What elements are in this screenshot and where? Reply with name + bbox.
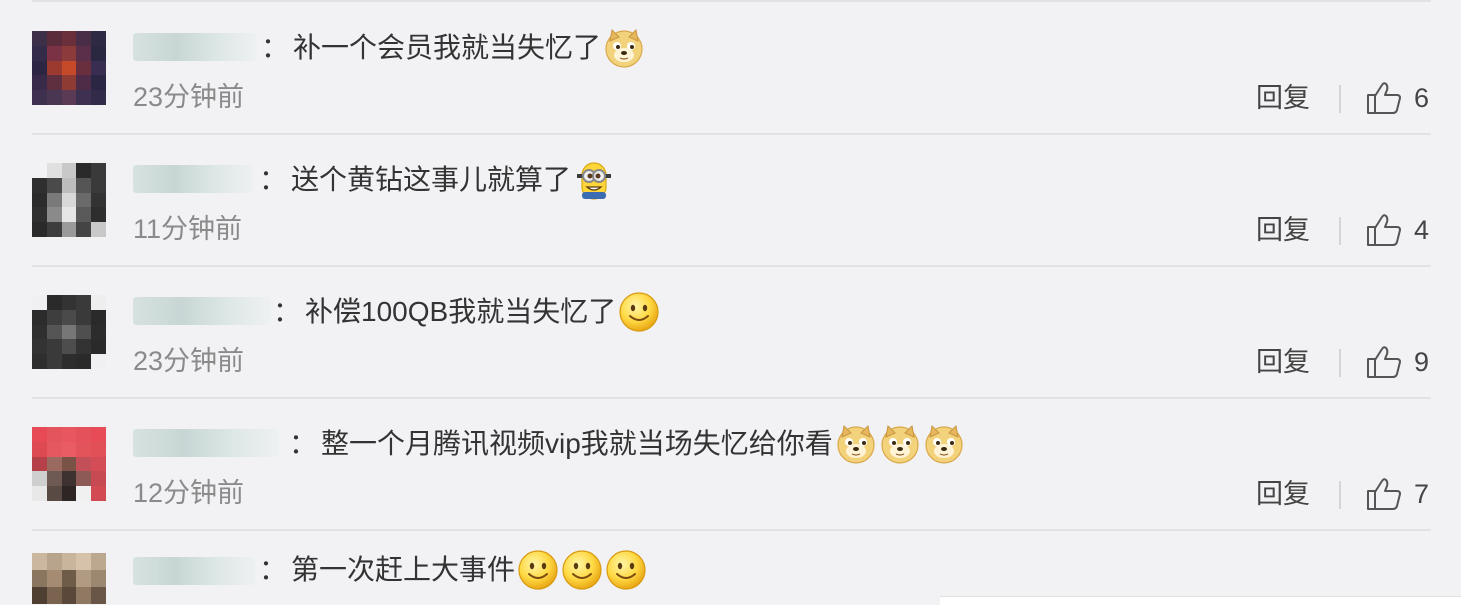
colon: ： bbox=[289, 428, 318, 459]
reply-button[interactable]: 回复 bbox=[1256, 344, 1310, 380]
like-count: 4 bbox=[1414, 215, 1430, 245]
doge-emoji-icon bbox=[603, 27, 645, 69]
timestamp: 23分钟前 bbox=[133, 82, 245, 112]
like-count: 6 bbox=[1414, 83, 1430, 113]
doge-emoji-icon bbox=[923, 423, 965, 465]
comment-body: 补一个会员我就当失忆了 bbox=[293, 32, 602, 63]
comment-text: ： 送个黄钻这事儿就算了 bbox=[259, 159, 615, 201]
reply-button[interactable]: 回复 bbox=[1256, 80, 1310, 116]
comment-item: ： 第一次赶上大事件 bbox=[0, 531, 1461, 604]
avatar[interactable] bbox=[32, 31, 106, 105]
timestamp: 12分钟前 bbox=[133, 478, 245, 508]
thumbs-up-icon[interactable] bbox=[1366, 345, 1402, 379]
comment-item: ： 整一个月腾讯视频vip我就当场失忆给你看 12分钟前 回复 7 bbox=[0, 399, 1461, 531]
username-blurred[interactable] bbox=[133, 557, 255, 585]
avatar[interactable] bbox=[32, 295, 106, 369]
username-blurred[interactable] bbox=[133, 33, 257, 61]
action-separator bbox=[1339, 217, 1341, 245]
timestamp: 23分钟前 bbox=[133, 346, 245, 376]
comment-text: ： 第一次赶上大事件 bbox=[259, 549, 647, 591]
comment-body: 第一次赶上大事件 bbox=[291, 554, 516, 585]
smile-emoji-icon bbox=[517, 549, 559, 591]
colon: ： bbox=[261, 32, 290, 63]
smile-emoji-icon bbox=[605, 549, 647, 591]
reply-button[interactable]: 回复 bbox=[1256, 212, 1310, 248]
thumbs-up-icon[interactable] bbox=[1366, 213, 1402, 247]
avatar[interactable] bbox=[32, 427, 106, 501]
colon: ： bbox=[259, 164, 288, 195]
like-count: 9 bbox=[1414, 347, 1430, 377]
thumbs-up-icon[interactable] bbox=[1366, 81, 1402, 115]
username-blurred[interactable] bbox=[133, 165, 253, 193]
comment-item: ： 补偿100QB我就当失忆了 23分钟前 回复 9 bbox=[0, 267, 1461, 399]
comment-text: ： 补一个会员我就当失忆了 bbox=[261, 27, 645, 69]
smile-emoji-icon bbox=[561, 549, 603, 591]
reply-button[interactable]: 回复 bbox=[1256, 476, 1310, 512]
comment-body: 补偿100QB我就当失忆了 bbox=[305, 296, 617, 327]
avatar[interactable] bbox=[32, 553, 106, 604]
action-separator bbox=[1339, 349, 1341, 377]
username-blurred[interactable] bbox=[133, 297, 271, 325]
comment-text: ： 补偿100QB我就当失忆了 bbox=[273, 291, 660, 333]
timestamp: 11分钟前 bbox=[133, 214, 243, 244]
action-separator bbox=[1339, 481, 1341, 509]
colon: ： bbox=[259, 554, 288, 585]
colon: ： bbox=[273, 296, 302, 327]
comment-item: ： 送个黄钻这事儿就算了 11分钟前 回复 4 bbox=[0, 135, 1461, 267]
top-divider bbox=[32, 0, 1431, 2]
comment-body: 送个黄钻这事儿就算了 bbox=[291, 164, 572, 195]
minion-emoji-icon bbox=[573, 159, 615, 201]
action-separator bbox=[1339, 85, 1341, 113]
comment-item: ： 补一个会员我就当失忆了 23分钟前 回复 6 bbox=[0, 3, 1461, 135]
comment-body: 整一个月腾讯视频vip我就当场失忆给你看 bbox=[321, 428, 833, 459]
thumbs-up-icon[interactable] bbox=[1366, 477, 1402, 511]
smile-emoji-icon bbox=[618, 291, 660, 333]
doge-emoji-icon bbox=[879, 423, 921, 465]
username-blurred[interactable] bbox=[133, 429, 279, 457]
comment-text: ： 整一个月腾讯视频vip我就当场失忆给你看 bbox=[289, 423, 965, 465]
avatar[interactable] bbox=[32, 163, 106, 237]
like-count: 7 bbox=[1414, 479, 1430, 509]
doge-emoji-icon bbox=[835, 423, 877, 465]
